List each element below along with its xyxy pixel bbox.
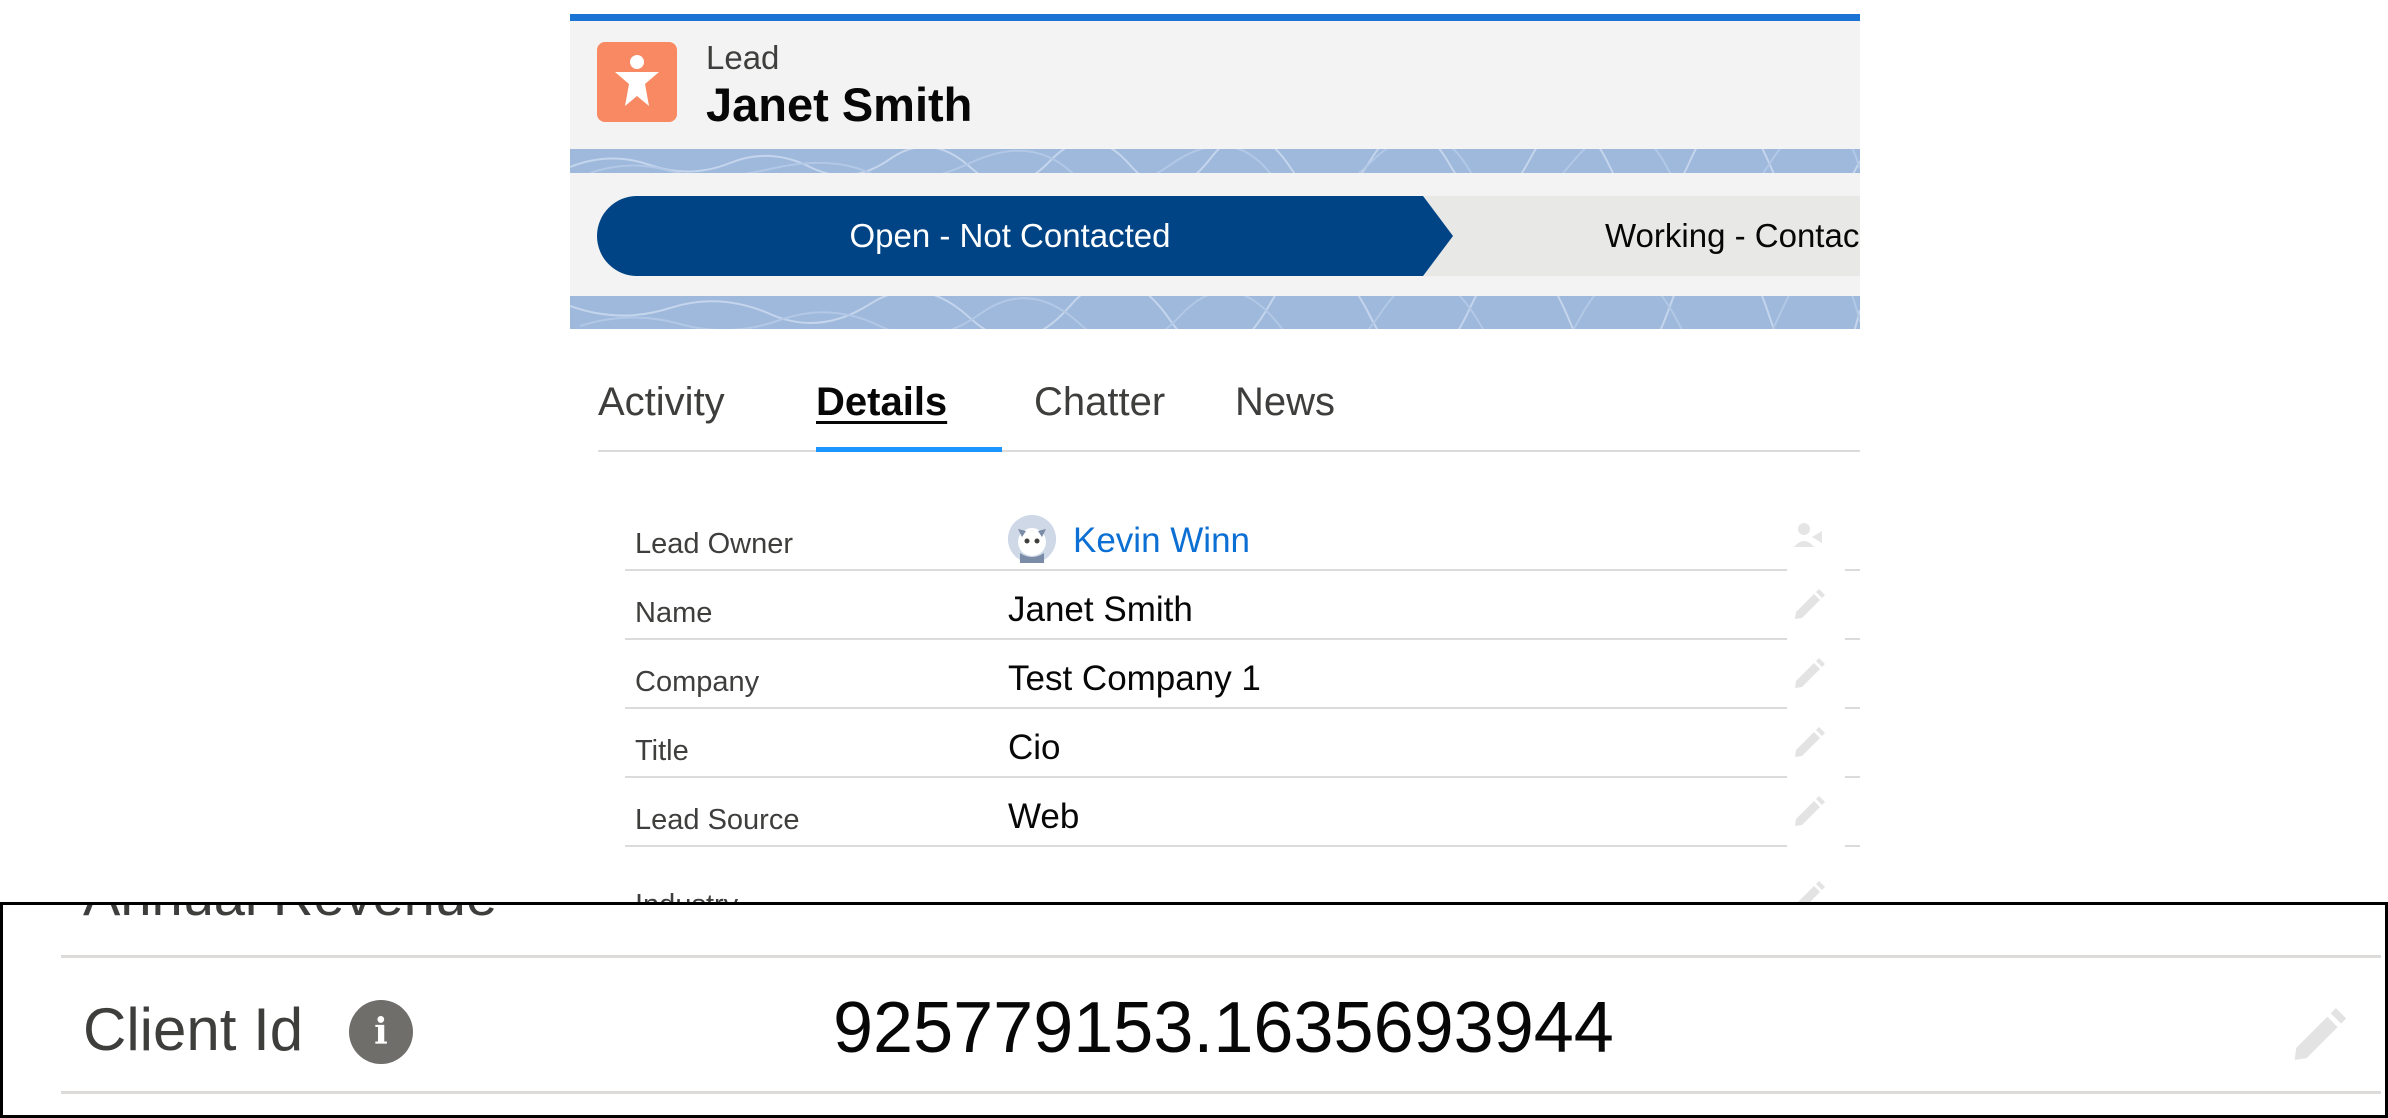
- active-tab-indicator: [816, 447, 1002, 452]
- column-divider: [1845, 569, 1860, 571]
- edit-pencil-icon[interactable]: [1790, 878, 1826, 902]
- lead-owner-link[interactable]: Kevin Winn: [1073, 521, 1250, 561]
- edit-pencil-icon[interactable]: [1790, 586, 1826, 622]
- change-owner-icon[interactable]: [1790, 517, 1826, 553]
- field-row-company: Company Test Company 1: [625, 639, 1825, 709]
- tab-activity[interactable]: Activity: [598, 345, 725, 450]
- field-label: Lead Source: [635, 804, 800, 836]
- edit-pencil-icon[interactable]: [1790, 655, 1826, 691]
- field-row-title: Title Cio: [625, 708, 1825, 778]
- annual-revenue-label: Annual Revenue: [83, 905, 497, 928]
- field-label: Lead Owner: [635, 528, 793, 560]
- field-row-industry: Industry: [625, 846, 1825, 902]
- info-icon[interactable]: i: [349, 1000, 413, 1064]
- record-tabs: Activity Details Chatter News: [598, 345, 1860, 452]
- column-divider: [1845, 845, 1860, 847]
- column-divider: [1845, 707, 1860, 709]
- decorative-band: [570, 296, 1860, 329]
- record-title: Janet Smith: [706, 78, 973, 131]
- path-stage-current[interactable]: Open - Not Contacted: [597, 196, 1453, 276]
- field-row-lead-owner: Lead Owner Kevin Winn: [625, 501, 1822, 571]
- edit-pencil-icon[interactable]: [2286, 1003, 2348, 1065]
- tab-chatter[interactable]: Chatter: [1034, 345, 1165, 450]
- edit-pencil-icon[interactable]: [1790, 793, 1826, 829]
- column-divider: [1845, 638, 1860, 640]
- field-label: Title: [635, 735, 689, 767]
- field-value: Janet Smith: [1008, 590, 1193, 629]
- zoomed-callout: Annual Revenue Client Id i 925779153.163…: [0, 902, 2388, 1118]
- tab-news[interactable]: News: [1235, 345, 1335, 450]
- tab-details[interactable]: Details: [816, 345, 947, 450]
- avatar: [1008, 515, 1056, 563]
- field-label: Industry: [635, 889, 738, 902]
- record-header: Lead Janet Smith: [570, 21, 1860, 149]
- edit-pencil-icon[interactable]: [1790, 724, 1826, 760]
- field-row-lead-source: Lead Source Web: [625, 777, 1825, 847]
- row-divider: [61, 1091, 2381, 1094]
- object-type-label: Lead: [706, 39, 780, 76]
- field-value: Cio: [1008, 728, 1061, 767]
- client-id-value: 925779153.1635693944: [833, 988, 1614, 1068]
- client-id-label: Client Id: [83, 996, 304, 1063]
- path-bar: Working - Contac Open - Not Contacted: [570, 173, 1860, 296]
- path-stage-current-label: Open - Not Contacted: [849, 217, 1171, 254]
- field-row-name: Name Janet Smith: [625, 570, 1825, 640]
- field-value: Test Company 1: [1008, 659, 1261, 698]
- field-label: Name: [635, 597, 713, 629]
- column-divider: [1845, 776, 1860, 778]
- lead-record-page: Lead Janet Smith Working - Contac Open -…: [570, 0, 1860, 902]
- field-label: Company: [635, 666, 760, 698]
- decorative-band: [570, 149, 1860, 173]
- field-value: Web: [1008, 797, 1080, 836]
- lead-icon: [597, 42, 677, 122]
- path-stage-next-label: Working - Contac: [1605, 217, 1860, 254]
- row-divider: [61, 955, 2381, 958]
- top-accent-bar: [570, 14, 1860, 21]
